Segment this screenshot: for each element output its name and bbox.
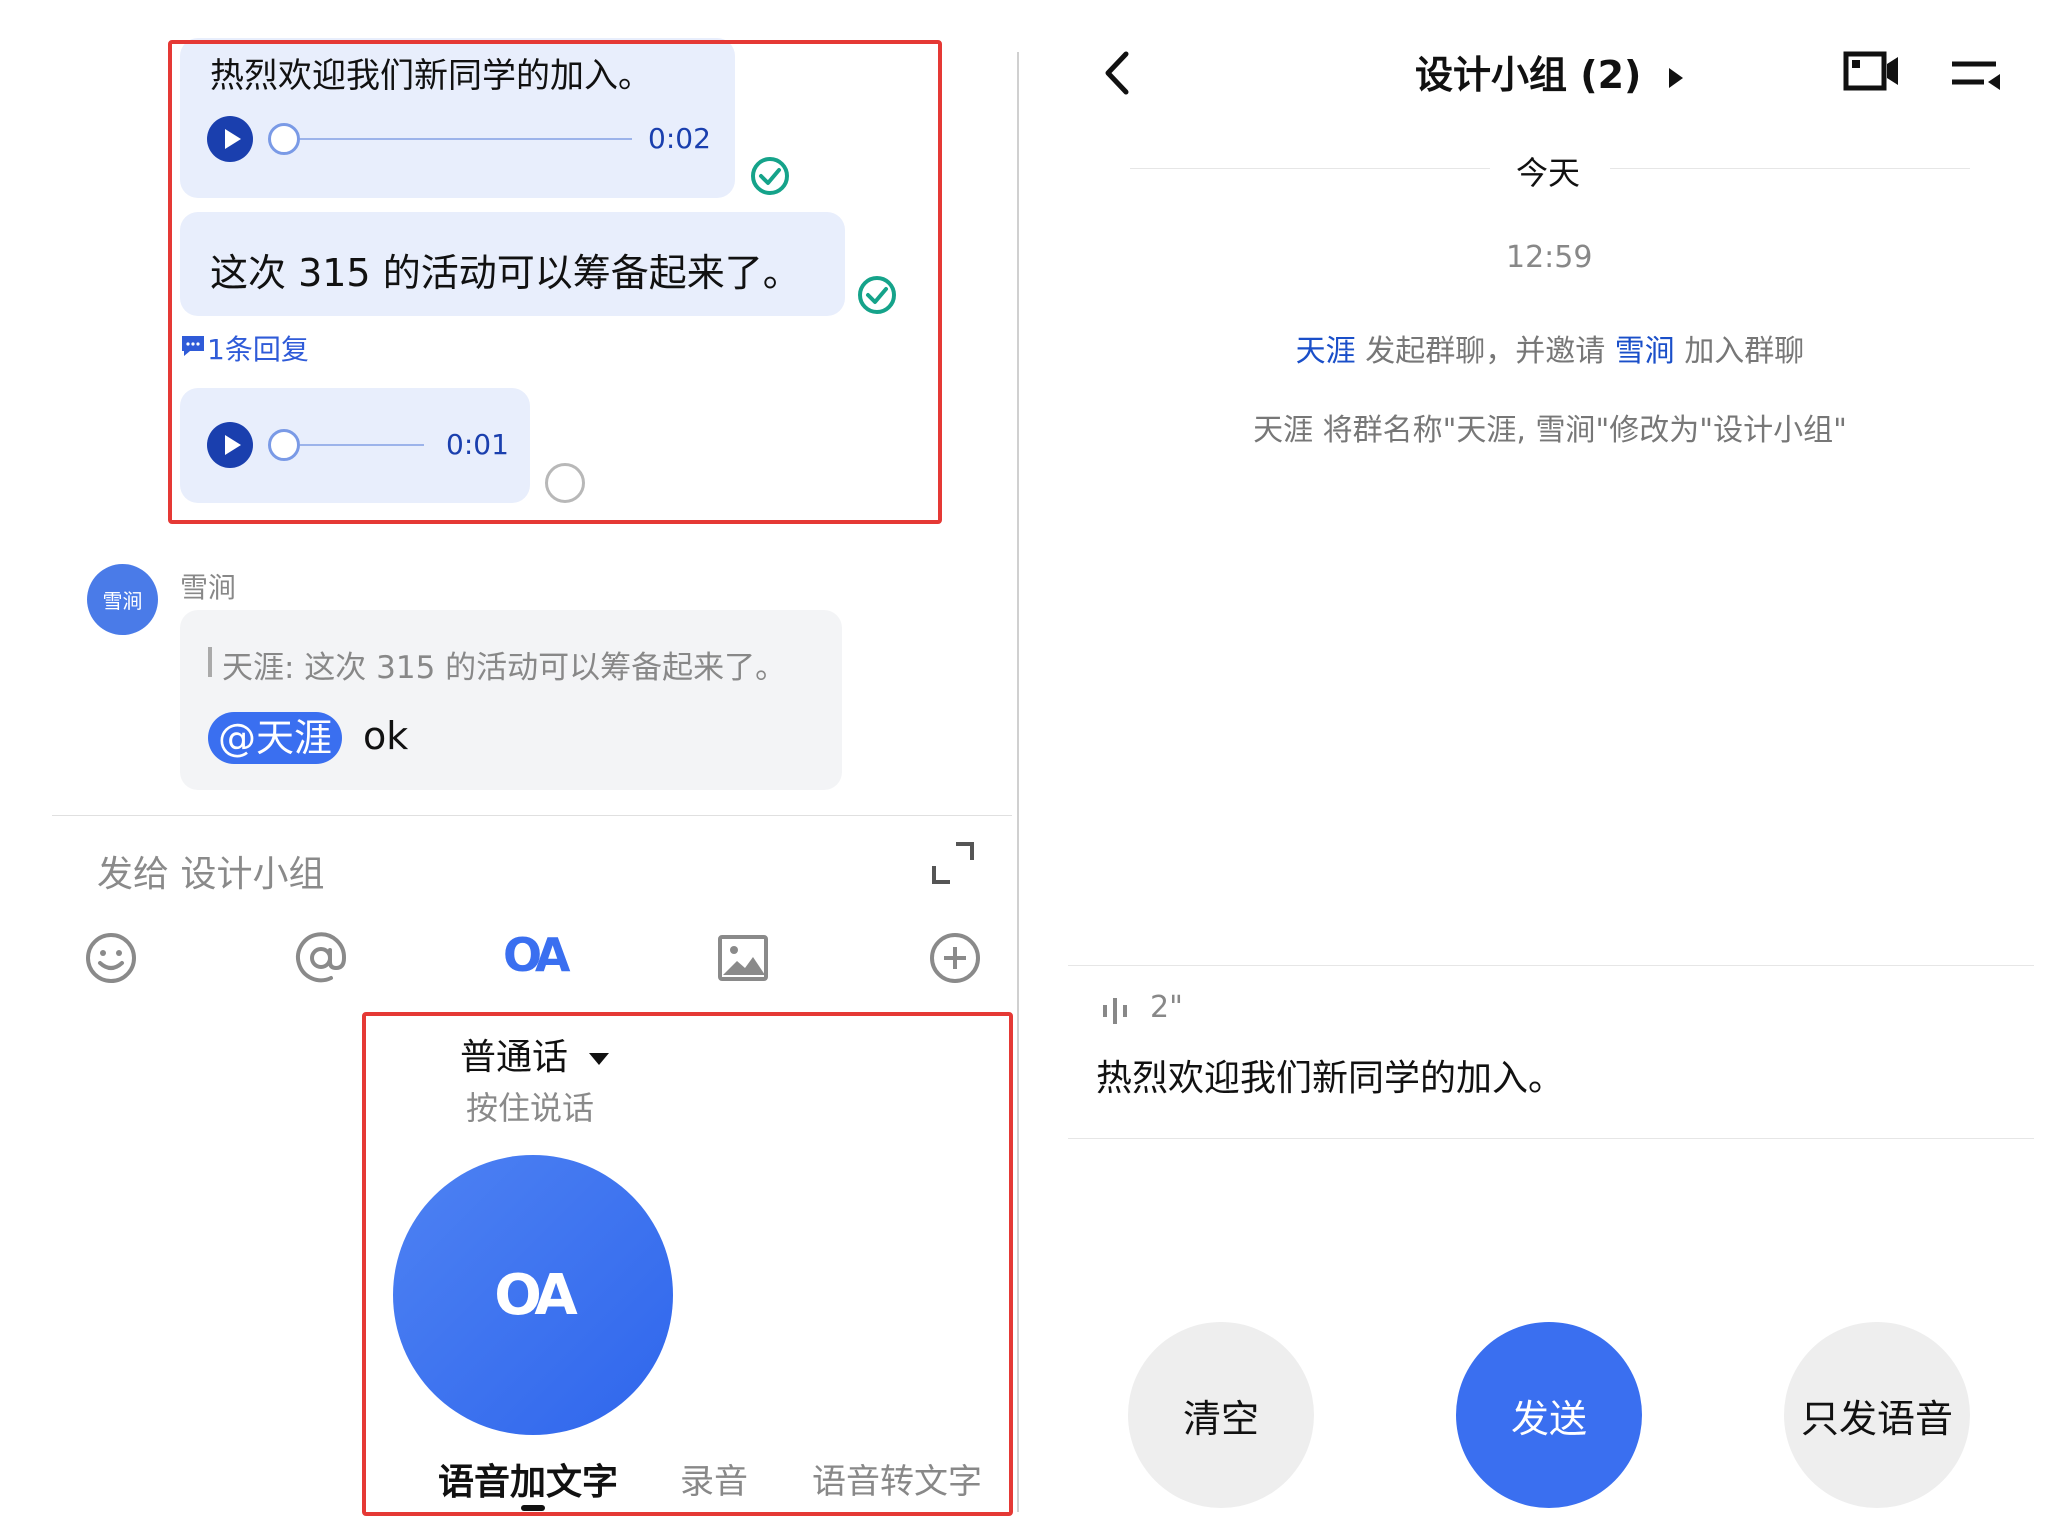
avatar-label: 雪涧 [102,589,143,613]
user-link[interactable]: 雪涧 [1615,334,1675,369]
add-icon[interactable] [927,930,983,986]
composer-divider [52,815,1012,816]
quoted-message: 天涯: 这次 315 的活动可以筹备起来了。 [222,650,787,686]
date-divider-line-right [1610,168,1970,169]
transcription-text[interactable]: 热烈欢迎我们新同学的加入。 [1096,1049,1564,1101]
panel-divider [1017,52,1019,1512]
image-icon[interactable] [715,930,771,986]
quote-bar [208,647,212,677]
system-text: 发起群聊，并邀请 [1365,334,1606,369]
send-voice-only-button[interactable]: 只发语音 [1784,1322,1970,1508]
message-input[interactable]: 发给 设计小组 [97,845,324,897]
highlight-box [168,40,942,524]
emoji-icon[interactable] [83,930,139,986]
caret-right-icon [1668,67,1683,88]
transcription-divider [1068,965,2034,966]
system-message: 天涯 发起群聊，并邀请 雪涧 加入群聊 [1150,326,1950,370]
sender-name: 雪涧 [180,571,237,604]
system-text: 加入群聊 [1684,334,1805,369]
chat-panel: 热烈欢迎我们新同学的加入。 0:02 这次 315 的活动可以筹备起来了。 1条… [0,0,1013,1536]
audio-wave-icon [1103,998,1127,1024]
at-mention-icon[interactable] [293,930,349,986]
transcription-divider [1068,1138,2034,1139]
chat-title[interactable]: 设计小组 (2) [1415,44,1683,99]
transcription-duration: 2" [1150,990,1183,1025]
user-link[interactable]: 天涯 [1296,334,1356,369]
send-button[interactable]: 发送 [1456,1322,1642,1508]
date-divider: 今天 [1516,154,1581,192]
menu-icon[interactable] [1950,58,2002,94]
mention-tag[interactable]: @天涯 [208,712,343,764]
expand-icon[interactable] [930,840,976,886]
video-call-icon[interactable] [1843,50,1901,92]
highlight-box [362,1012,1013,1516]
date-divider-line-left [1130,168,1490,169]
avatar[interactable]: 雪涧 [87,564,158,635]
message-time: 12:59 [1506,240,1593,275]
chat-title-text: 设计小组 (2) [1415,53,1642,97]
system-message: 天涯 将群名称"天涯, 雪涧"修改为"设计小组" [1253,413,1847,448]
message-text: ok [363,714,409,758]
clear-button[interactable]: 清空 [1128,1322,1314,1508]
back-icon[interactable] [1100,50,1134,96]
voice-input-icon[interactable]: OA [503,928,571,982]
